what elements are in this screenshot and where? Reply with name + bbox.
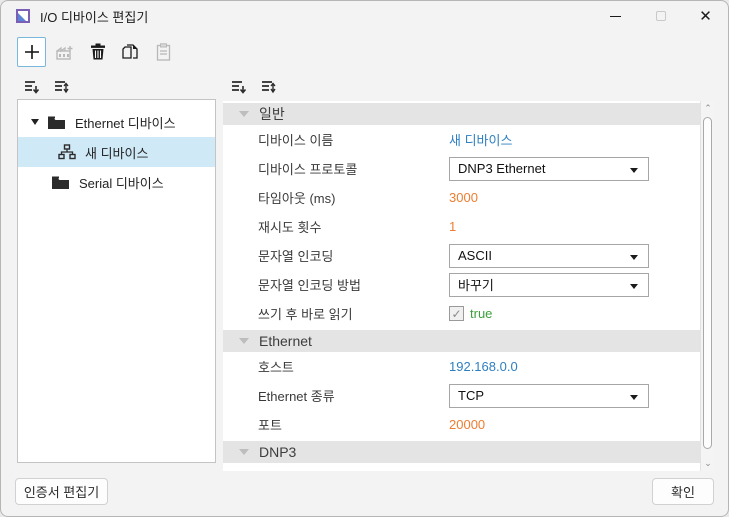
io-device-editor-dialog: I/O 디바이스 편집기 ✕ <box>0 0 729 517</box>
close-button[interactable]: ✕ <box>683 1 728 31</box>
minimize-button[interactable] <box>593 1 638 31</box>
folder-icon <box>51 175 70 190</box>
building-plus-icon <box>55 43 74 61</box>
ok-button[interactable]: 확인 <box>652 478 714 505</box>
encoding-method-dropdown[interactable]: 바꾸기 <box>449 273 649 297</box>
folder-icon <box>47 115 66 130</box>
property-row: 타임아웃 (ms) 3000 <box>223 183 700 212</box>
expand-all-icon[interactable] <box>260 79 278 95</box>
property-label: 재시도 횟수 <box>223 217 449 236</box>
dropdown-value: TCP <box>458 388 484 403</box>
trash-icon <box>90 43 106 61</box>
chevron-down-icon <box>630 168 638 173</box>
plus-icon <box>23 43 41 61</box>
tree-item-serial-devices[interactable]: Serial 디바이스 <box>18 167 215 197</box>
certificate-editor-button[interactable]: 인증서 편집기 <box>15 478 108 505</box>
scroll-up-icon[interactable]: ⌃ <box>701 101 715 116</box>
chevron-down-icon <box>630 284 638 289</box>
chevron-down-icon <box>630 395 638 400</box>
property-label: 포트 <box>223 415 449 434</box>
property-label: 로컬 데이터 연결 주소 <box>223 468 449 471</box>
window-title: I/O 디바이스 편집기 <box>40 7 148 26</box>
property-label: 디바이스 프로토콜 <box>223 159 449 178</box>
property-label: 디바이스 이름 <box>223 130 449 149</box>
protocol-dropdown[interactable]: DNP3 Ethernet <box>449 157 649 181</box>
device-name-value[interactable]: 새 디바이스 <box>449 130 700 149</box>
property-label: Ethernet 종류 <box>223 386 449 405</box>
property-label: 쓰기 후 바로 읽기 <box>223 304 449 323</box>
clipboard-icon <box>156 43 171 61</box>
tree-item-ethernet-devices[interactable]: Ethernet 디바이스 <box>18 107 215 137</box>
section-header-dnp3[interactable]: DNP3 <box>223 441 700 463</box>
add-device-button[interactable] <box>17 37 46 67</box>
dropdown-value: DNP3 Ethernet <box>458 161 545 176</box>
property-row: 쓰기 후 바로 읽기 ✓ true <box>223 299 700 328</box>
paste-button <box>149 37 178 67</box>
local-link-address-value[interactable]: 3 <box>449 470 700 471</box>
expand-all-icon[interactable] <box>53 79 71 95</box>
collapse-all-icon[interactable] <box>23 79 41 95</box>
dropdown-value: 바꾸기 <box>458 275 494 294</box>
property-label: 문자열 인코딩 <box>223 246 449 265</box>
vertical-scrollbar[interactable]: ⌃ ⌄ <box>700 101 714 471</box>
device-tree: Ethernet 디바이스 새 디바이스 Serial 디바이스 <box>17 99 216 463</box>
collapse-triangle-icon <box>239 111 249 117</box>
scrollbar-thumb[interactable] <box>703 117 712 449</box>
toolbar <box>17 37 178 69</box>
collapse-all-icon[interactable] <box>230 79 248 95</box>
tree-item-label: Ethernet 디바이스 <box>75 113 176 132</box>
checkbox-value-label: true <box>470 306 492 321</box>
property-row: 디바이스 이름 새 디바이스 <box>223 125 700 154</box>
port-value[interactable]: 20000 <box>449 417 700 432</box>
section-header-general[interactable]: 일반 <box>223 103 700 125</box>
property-label: 호스트 <box>223 357 449 376</box>
copy-button[interactable] <box>116 37 145 67</box>
tree-toolbar <box>23 79 71 95</box>
property-grid: 일반 디바이스 이름 새 디바이스 디바이스 프로토콜 DNP3 Etherne… <box>223 101 700 471</box>
property-row: 포트 20000 <box>223 410 700 439</box>
maximize-icon <box>656 11 666 21</box>
dropdown-value: ASCII <box>458 248 492 263</box>
collapse-triangle-icon <box>239 338 249 344</box>
tree-item-label: Serial 디바이스 <box>79 173 164 192</box>
chevron-down-icon <box>630 255 638 260</box>
section-title: DNP3 <box>259 444 296 460</box>
add-group-button <box>50 37 79 67</box>
section-header-ethernet[interactable]: Ethernet <box>223 330 700 352</box>
copy-icon <box>122 43 140 61</box>
property-row: 재시도 횟수 1 <box>223 212 700 241</box>
network-device-icon <box>58 144 76 160</box>
titlebar: I/O 디바이스 편집기 ✕ <box>1 1 728 31</box>
maximize-button[interactable] <box>638 1 683 31</box>
section-title: Ethernet <box>259 333 312 349</box>
property-label: 문자열 인코딩 방법 <box>223 275 449 294</box>
app-icon <box>15 8 31 24</box>
retry-count-value[interactable]: 1 <box>449 219 700 234</box>
string-encoding-dropdown[interactable]: ASCII <box>449 244 649 268</box>
tree-item-label: 새 디바이스 <box>85 143 148 162</box>
window-controls: ✕ <box>593 1 728 31</box>
property-row: 호스트 192.168.0.0 <box>223 352 700 381</box>
property-row: 로컬 데이터 연결 주소 3 <box>223 463 700 471</box>
property-row: 디바이스 프로토콜 DNP3 Ethernet <box>223 154 700 183</box>
ethernet-type-dropdown[interactable]: TCP <box>449 384 649 408</box>
close-icon: ✕ <box>699 9 712 24</box>
host-value[interactable]: 192.168.0.0 <box>449 359 700 374</box>
property-row: Ethernet 종류 TCP <box>223 381 700 410</box>
property-row: 문자열 인코딩 방법 바꾸기 <box>223 270 700 299</box>
section-title: 일반 <box>259 104 285 124</box>
scroll-down-icon[interactable]: ⌄ <box>701 456 715 471</box>
grid-toolbar <box>230 79 278 95</box>
expand-arrow-icon[interactable] <box>31 119 39 125</box>
property-row: 문자열 인코딩 ASCII <box>223 241 700 270</box>
minimize-icon <box>610 16 621 17</box>
property-label: 타임아웃 (ms) <box>223 188 449 207</box>
collapse-triangle-icon <box>239 449 249 455</box>
read-after-write-checkbox[interactable]: ✓ <box>449 306 464 321</box>
timeout-value[interactable]: 3000 <box>449 190 700 205</box>
tree-item-new-device[interactable]: 새 디바이스 <box>18 137 215 167</box>
delete-button[interactable] <box>83 37 112 67</box>
